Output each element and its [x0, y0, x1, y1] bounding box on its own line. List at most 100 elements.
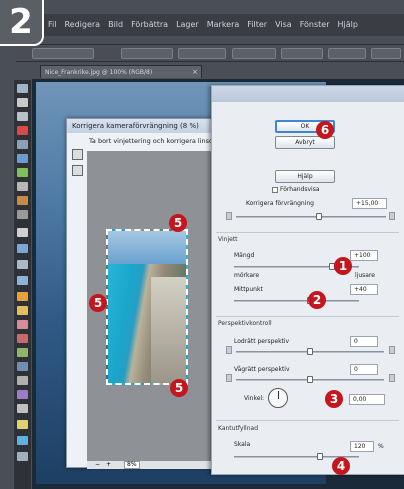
- menu-enhance[interactable]: Förbättra: [127, 14, 172, 36]
- darken-label: mörkare: [234, 272, 260, 279]
- options-button[interactable]: [232, 48, 276, 59]
- zoom-tool-icon[interactable]: [17, 98, 28, 107]
- eraser-tool-icon[interactable]: [17, 320, 28, 329]
- options-button[interactable]: [32, 48, 94, 59]
- help-button[interactable]: Hjälp: [275, 170, 335, 183]
- scale-slider-thumb[interactable]: [317, 453, 323, 460]
- distortion-label: Korrigera förvrängning: [246, 200, 314, 207]
- zoom-tool-icon[interactable]: [72, 165, 83, 176]
- menu-window[interactable]: Fönster: [296, 14, 334, 36]
- distortion-value-field[interactable]: +15,00: [352, 198, 387, 209]
- eyedropper-tool-icon[interactable]: [17, 126, 28, 135]
- hand-tool-icon[interactable]: [17, 112, 28, 121]
- angle-label: Vinkel:: [244, 395, 265, 402]
- callout-marker: 6: [316, 121, 334, 139]
- blur-tool-icon[interactable]: [17, 376, 28, 385]
- angle-dial[interactable]: [268, 388, 288, 408]
- pencil-tool-icon[interactable]: [17, 306, 28, 315]
- options-button[interactable]: [121, 48, 173, 59]
- paint-bucket-tool-icon[interactable]: [17, 334, 28, 343]
- options-button[interactable]: [281, 48, 323, 59]
- options-button[interactable]: [328, 48, 366, 59]
- perspective-group-label: Perspektivkontroll: [218, 320, 272, 327]
- move-tool-icon[interactable]: [17, 84, 28, 93]
- horizontal-perspective-value-field[interactable]: 0: [350, 364, 378, 375]
- red-eye-tool-icon[interactable]: [17, 196, 28, 205]
- checkbox-icon: [272, 186, 278, 193]
- amount-value-field[interactable]: +100: [350, 250, 378, 261]
- distortion-slider-track[interactable]: [236, 216, 386, 218]
- document-tab-label: Nice_Frankrike.jpg @ 100% (RGB/8): [45, 69, 153, 76]
- options-button[interactable]: [371, 48, 401, 59]
- shape-tool-icon[interactable]: [17, 362, 28, 371]
- correction-settings-panel: OK Avbryt Hjälp Förhandsvisa Korrigera f…: [211, 85, 404, 475]
- clone-stamp-tool-icon[interactable]: [17, 404, 28, 413]
- default-colors-icon[interactable]: [17, 452, 28, 461]
- horizontal-perspective-label: Vågrätt perspektiv: [234, 366, 290, 373]
- distorted-photo-preview: [106, 229, 188, 385]
- midpoint-slider-track[interactable]: [234, 300, 359, 302]
- preview-checkbox-label: Förhandsvisa: [280, 186, 320, 193]
- vertical-perspective-slider-thumb[interactable]: [307, 348, 313, 355]
- menu-edit[interactable]: Redigera: [60, 14, 104, 36]
- menu-help[interactable]: Hjälp: [333, 14, 361, 36]
- scale-value-field[interactable]: 120: [350, 441, 374, 452]
- menu-filter[interactable]: Filter: [243, 14, 271, 36]
- scale-label: Skala: [234, 441, 251, 448]
- amount-label: Mängd: [234, 252, 255, 259]
- photo-coastline: [150, 276, 186, 383]
- menu-file[interactable]: Fil: [44, 14, 60, 36]
- document-tab[interactable]: Nice_Frankrike.jpg @ 100% (RGB/8) ×: [40, 65, 202, 78]
- callout-marker: 5: [170, 379, 188, 397]
- menu-select[interactable]: Markera: [203, 14, 244, 36]
- marquee-tool-icon[interactable]: [17, 140, 28, 149]
- callout-marker: 4: [332, 457, 350, 475]
- recompose-tool-icon[interactable]: [17, 260, 28, 269]
- crop-tool-icon[interactable]: [17, 244, 28, 253]
- zoom-plus-icon[interactable]: +: [106, 461, 111, 468]
- callout-marker: 3: [325, 390, 343, 408]
- close-icon[interactable]: ×: [192, 66, 198, 78]
- angle-dial-indicator: [278, 391, 279, 399]
- vertical-perspective-value-field[interactable]: 0: [350, 336, 378, 347]
- brush-tool-icon[interactable]: [17, 292, 28, 301]
- foreground-color-icon[interactable]: [17, 420, 28, 429]
- edge-extension-group-label: Kantutfyllnad: [218, 425, 258, 432]
- lighten-label: ljusare: [355, 272, 375, 279]
- type-tool-icon[interactable]: [17, 228, 28, 237]
- magic-wand-tool-icon[interactable]: [17, 182, 28, 191]
- vignette-group-label: Vinjett: [218, 236, 238, 243]
- midpoint-value-field[interactable]: +40: [350, 284, 378, 295]
- zoom-level-select[interactable]: 8%: [124, 461, 140, 469]
- gradient-tool-icon[interactable]: [17, 348, 28, 357]
- menu-view[interactable]: Visa: [271, 14, 296, 36]
- lasso-tool-icon[interactable]: [17, 154, 28, 163]
- menu-image[interactable]: Bild: [104, 14, 127, 36]
- callout-marker: 5: [89, 294, 107, 312]
- photo-sky: [108, 231, 186, 265]
- screenshot-stage: 2 Fil Redigera Bild Förbättra Lager Markera Fi…: [0, 0, 404, 489]
- spot-healing-tool-icon[interactable]: [17, 210, 28, 219]
- panel-header: [212, 86, 404, 102]
- quick-selection-tool-icon[interactable]: [17, 168, 28, 177]
- zoom-minus-icon[interactable]: −: [95, 461, 100, 468]
- remove-distortion-tool-icon[interactable]: [72, 149, 83, 160]
- perspective-icon: [226, 374, 232, 382]
- options-button[interactable]: [178, 48, 226, 59]
- midpoint-label: Mittpunkt: [234, 286, 263, 293]
- preview-checkbox[interactable]: Förhandsvisa: [272, 186, 320, 193]
- horizontal-perspective-slider-thumb[interactable]: [307, 376, 313, 383]
- menu-layer[interactable]: Lager: [172, 14, 203, 36]
- perspective-icon: [389, 346, 395, 354]
- background-color-icon[interactable]: [17, 436, 28, 445]
- angle-value-field[interactable]: 0,00: [349, 394, 385, 405]
- pincushion-icon: [226, 212, 232, 220]
- menu-bar: Fil Redigera Bild Förbättra Lager Markera Filt…: [44, 14, 404, 36]
- correct-camera-distortion-dialog: Korrigera kameraförvrängning (8 %) Ta bo…: [66, 118, 234, 469]
- straighten-tool-icon[interactable]: [17, 276, 28, 285]
- distortion-slider-thumb[interactable]: [316, 213, 322, 220]
- sponge-tool-icon[interactable]: [17, 390, 28, 399]
- perspective-icon: [226, 346, 232, 354]
- vertical-perspective-label: Lodrätt perspektiv: [234, 338, 290, 345]
- section-divider: [216, 232, 399, 233]
